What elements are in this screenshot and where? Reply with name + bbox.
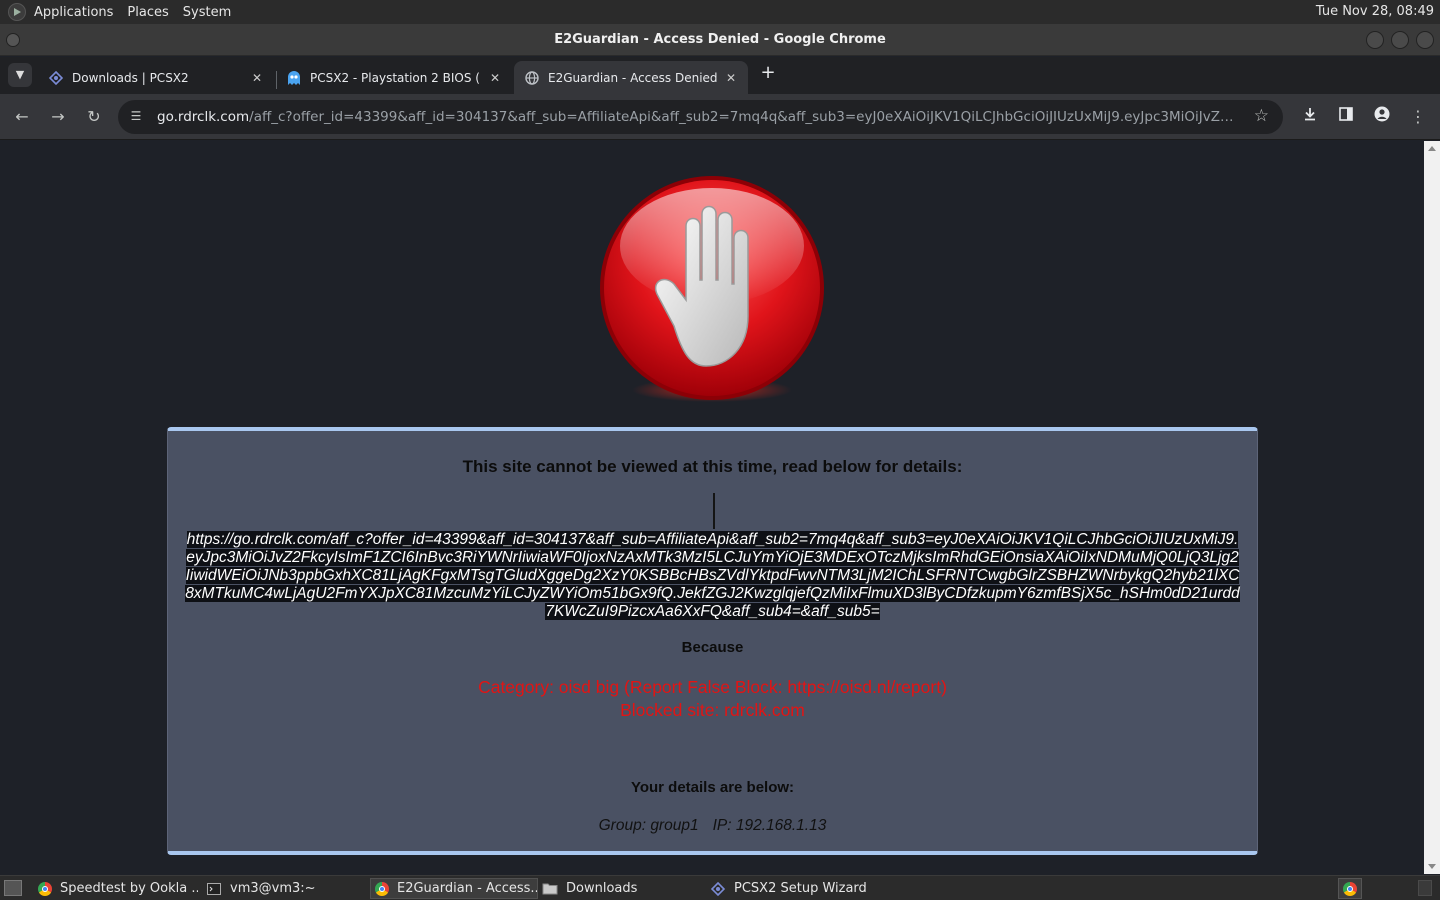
workspace-switcher[interactable] bbox=[1418, 880, 1432, 896]
downloads-button[interactable] bbox=[1298, 105, 1322, 129]
close-window-button[interactable] bbox=[1416, 31, 1434, 49]
block-category: Category: oisd big (Report False Block: … bbox=[478, 677, 947, 697]
close-tab-icon[interactable]: ✕ bbox=[248, 71, 266, 85]
globe-icon bbox=[524, 70, 540, 86]
tab-downloads-pcsx2[interactable]: Downloads | PCSX2 ✕ bbox=[38, 61, 274, 94]
reload-button[interactable]: ↻ bbox=[82, 105, 106, 129]
details-heading: Your details are below: bbox=[630, 779, 795, 796]
close-tab-icon[interactable]: ✕ bbox=[486, 71, 504, 85]
new-tab-button[interactable]: + bbox=[756, 62, 780, 86]
taskbar-item-pcsx2-wizard[interactable]: PCSX2 Setup Wizard bbox=[706, 878, 874, 899]
profile-button[interactable] bbox=[1370, 105, 1394, 129]
tray-chrome-icon[interactable] bbox=[1338, 878, 1362, 899]
url-path: /aff_c?offer_id=43399&aff_id=304137&aff_… bbox=[249, 109, 1242, 125]
address-bar[interactable]: ☰ go.rdrclk.com/aff_c?offer_id=43399&aff… bbox=[118, 100, 1283, 134]
tab-pcsx2-bios[interactable]: PCSX2 - Playstation 2 BIOS ( ✕ bbox=[276, 61, 512, 94]
tab-title: Downloads | PCSX2 bbox=[72, 70, 189, 85]
maximize-button[interactable] bbox=[1391, 31, 1409, 49]
minimize-button[interactable] bbox=[1366, 31, 1384, 49]
taskbar-item-downloads[interactable]: Downloads bbox=[538, 878, 702, 899]
tab-search-button[interactable]: ▼ bbox=[8, 63, 32, 87]
stop-hand-icon bbox=[600, 176, 824, 402]
clock[interactable]: Tue Nov 28, 08:49 bbox=[1316, 4, 1434, 19]
tab-title: E2Guardian - Access Denied bbox=[548, 70, 718, 85]
url-host: go.rdrclk.com bbox=[157, 109, 250, 125]
blocked-url-line: 8xMTkuMC4wLjAgU2FmYXJpXC81MzcuMzYiLCJyZW… bbox=[185, 585, 1240, 602]
user-ip: IP: 192.168.1.13 bbox=[712, 817, 827, 834]
bottom-taskbar: Speedtest by Ookla ... vm3@vm3:~ E2Guard… bbox=[0, 875, 1440, 900]
browser-toolbar: ← → ↻ ☰ go.rdrclk.com/aff_c?offer_id=433… bbox=[0, 94, 1440, 140]
blocked-site: Blocked site: rdrclk.com bbox=[620, 700, 805, 720]
scroll-up-arrow-icon[interactable] bbox=[1428, 146, 1436, 151]
side-panel-button[interactable] bbox=[1334, 105, 1358, 129]
taskbar-item-terminal[interactable]: vm3@vm3:~ bbox=[202, 878, 366, 899]
window-title: E2Guardian - Access Denied - Google Chro… bbox=[554, 32, 886, 47]
ghost-icon bbox=[286, 70, 302, 86]
pcsx2-logo-icon bbox=[710, 881, 726, 897]
kebab-menu-icon: ⋮ bbox=[1410, 107, 1426, 126]
back-button[interactable]: ← bbox=[10, 105, 34, 129]
scroll-down-arrow-icon[interactable] bbox=[1428, 864, 1436, 869]
terminal-icon bbox=[206, 881, 222, 897]
chrome-icon bbox=[375, 881, 389, 897]
menu-system[interactable]: System bbox=[183, 5, 231, 20]
pcsx2-logo-icon bbox=[48, 70, 64, 86]
blocked-url-line: IiwidWEiOiJNb3ppbGxhXC81LjAgKFgxMTsgTGlu… bbox=[185, 567, 1240, 584]
taskbar-item-label: Speedtest by Ookla ... bbox=[60, 881, 198, 896]
page-content: This site cannot be viewed at this time,… bbox=[0, 141, 1424, 874]
blocked-url-line: eyJpc3MiOiJvZ2FkcyIsImF1ZCI6InBvc3RiYWNr… bbox=[186, 549, 1239, 566]
folder-icon bbox=[542, 881, 558, 897]
reload-icon: ↻ bbox=[87, 107, 101, 126]
taskbar-item-label: PCSX2 Setup Wizard bbox=[734, 881, 867, 896]
site-info-icon[interactable]: ☰ bbox=[128, 109, 144, 125]
block-reason: Category: oisd big (Report False Block: … bbox=[168, 676, 1257, 722]
profile-icon bbox=[1374, 106, 1390, 122]
top-panel: Applications Places System Tue Nov 28, 0… bbox=[0, 0, 1440, 24]
denied-heading: This site cannot be viewed at this time,… bbox=[462, 457, 963, 476]
bookmark-star-icon[interactable]: ☆ bbox=[1254, 106, 1269, 126]
taskbar-item-speedtest[interactable]: Speedtest by Ookla ... bbox=[34, 878, 198, 899]
because-label: Because bbox=[681, 639, 744, 656]
chrome-icon bbox=[38, 881, 52, 897]
user-group: Group: group1 bbox=[598, 817, 699, 834]
chevron-down-icon: ▼ bbox=[15, 68, 25, 81]
taskbar-item-e2guardian[interactable]: E2Guardian - Access... bbox=[370, 878, 538, 899]
tab-e2guardian-access-denied[interactable]: E2Guardian - Access Denied ✕ bbox=[514, 61, 748, 94]
show-desktop-button[interactable] bbox=[4, 880, 22, 896]
menu-places[interactable]: Places bbox=[127, 5, 168, 20]
tab-strip: ▼ Downloads | PCSX2 ✕ PCSX2 - Playstatio… bbox=[0, 57, 1440, 94]
blocked-url: https://go.rdrclk.com/aff_c?offer_id=433… bbox=[168, 531, 1257, 621]
arrow-right-icon: → bbox=[51, 107, 65, 126]
download-icon bbox=[1305, 108, 1315, 121]
access-denied-panel: This site cannot be viewed at this time,… bbox=[167, 427, 1258, 855]
url-text[interactable]: go.rdrclk.com/aff_c?offer_id=43399&aff_i… bbox=[157, 109, 1242, 125]
page-scrollbar[interactable] bbox=[1424, 141, 1440, 874]
arrow-left-icon: ← bbox=[15, 107, 29, 126]
taskbar-item-label: E2Guardian - Access... bbox=[397, 881, 538, 896]
window-titlebar[interactable]: E2Guardian - Access Denied - Google Chro… bbox=[0, 24, 1440, 56]
blocked-url-line: 7KWcZuI9PizcxAa6XxFQ&aff_sub4=&aff_sub5= bbox=[545, 603, 880, 620]
blocked-url-line: https://go.rdrclk.com/aff_c?offer_id=433… bbox=[186, 531, 1239, 548]
plus-icon: + bbox=[760, 62, 776, 83]
side-panel-icon bbox=[1339, 107, 1353, 121]
taskbar-item-label: vm3@vm3:~ bbox=[230, 881, 316, 896]
taskbar-item-label: Downloads bbox=[566, 881, 638, 896]
menu-applications[interactable]: Applications bbox=[34, 5, 113, 20]
forward-button[interactable]: → bbox=[46, 105, 70, 129]
text-cursor bbox=[713, 493, 715, 529]
close-tab-icon[interactable]: ✕ bbox=[722, 71, 740, 85]
user-details: Group: group1 IP: 192.168.1.13 bbox=[168, 817, 1257, 835]
chrome-menu-button[interactable]: ⋮ bbox=[1406, 105, 1430, 129]
system-logo-icon[interactable] bbox=[8, 3, 26, 21]
tab-title: PCSX2 - Playstation 2 BIOS ( bbox=[310, 70, 480, 85]
